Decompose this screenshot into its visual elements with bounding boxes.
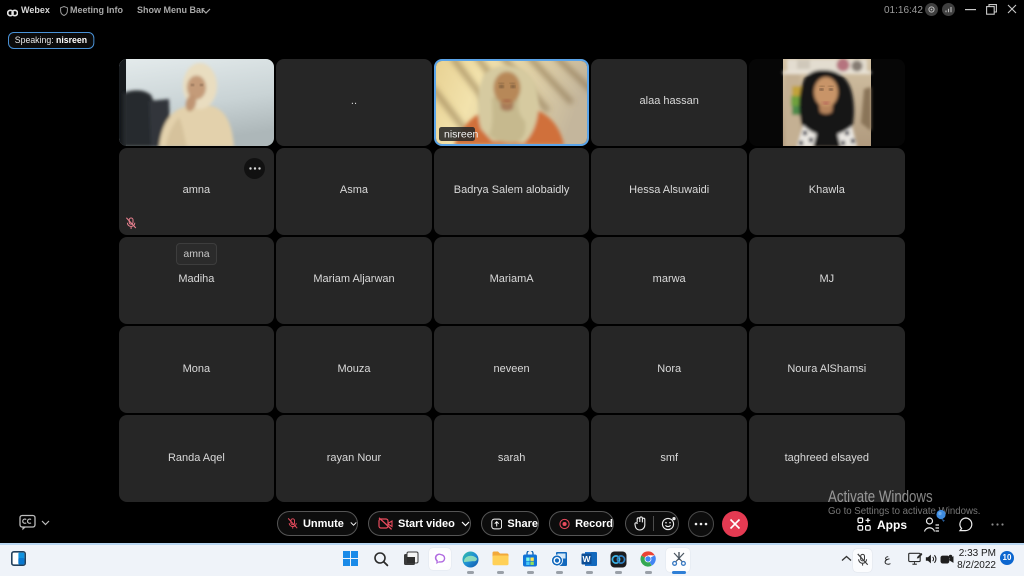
svg-text:nisreen: nisreen xyxy=(444,129,479,140)
svg-text:W: W xyxy=(582,554,591,564)
